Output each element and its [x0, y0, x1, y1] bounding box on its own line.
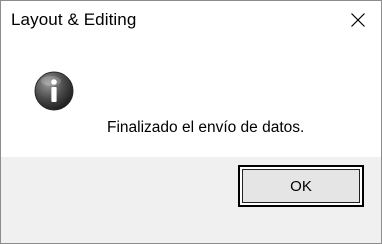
close-button[interactable] — [335, 1, 381, 39]
ok-button-face: OK — [242, 169, 360, 203]
ok-button-label: OK — [290, 177, 312, 195]
title-bar: Layout & Editing — [1, 1, 381, 39]
dialog-message: Finalizado el envío de datos. — [107, 119, 305, 136]
dialog-title: Layout & Editing — [11, 10, 137, 29]
close-icon — [351, 13, 365, 27]
ok-button[interactable]: OK — [238, 165, 364, 207]
info-icon — [34, 71, 74, 111]
message-dialog: Layout & Editing Finalizado el envío de … — [0, 0, 382, 244]
